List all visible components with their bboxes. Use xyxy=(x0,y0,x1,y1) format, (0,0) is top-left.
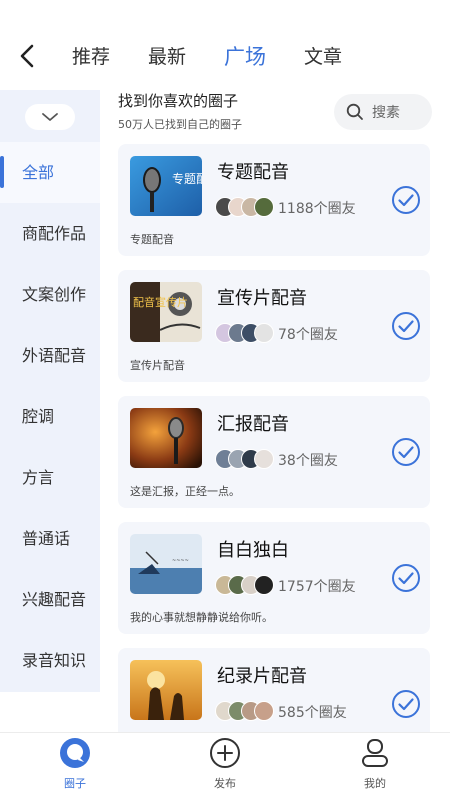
search-icon xyxy=(346,103,363,120)
check-circle-icon xyxy=(392,438,420,466)
check-circle-icon xyxy=(392,564,420,592)
top-nav: 推荐 最新 广场 文章 xyxy=(0,0,450,88)
circle-name: 纪录片配音 xyxy=(217,666,307,687)
member-count: 1757个圈友 xyxy=(278,579,356,595)
page-title: 找到你喜欢的圈子 xyxy=(118,92,239,110)
member-count: 38个圈友 xyxy=(278,453,338,469)
tab-bar: 推荐 最新 广场 文章 xyxy=(72,42,380,72)
category-hobby[interactable]: 兴趣配音 xyxy=(0,569,100,630)
category-foreign-language[interactable]: 外语配音 xyxy=(0,325,100,386)
circle-name: 自白独白 xyxy=(217,540,289,561)
circle-thumbnail xyxy=(130,408,202,468)
member-avatars xyxy=(215,701,274,721)
circle-list: 专题配音 专题配音 1188个圈友 专题配音 xyxy=(118,144,430,774)
circle-description: 专题配音 xyxy=(130,233,174,246)
category-mandarin[interactable]: 普通话 xyxy=(0,508,100,569)
joined-check-button[interactable] xyxy=(391,311,421,341)
avatar xyxy=(254,323,274,343)
joined-check-button[interactable] xyxy=(391,563,421,593)
category-recording[interactable]: 录音知识 xyxy=(0,630,100,691)
tab-latest[interactable]: 最新 xyxy=(148,42,186,72)
tab-articles[interactable]: 文章 xyxy=(304,42,342,72)
svg-text:~~~~: ~~~~ xyxy=(172,558,189,564)
check-circle-icon xyxy=(392,690,420,718)
bottom-tab-publish[interactable]: 发布 xyxy=(190,737,260,791)
search-button[interactable]: 搜素 xyxy=(334,94,432,130)
avatar xyxy=(254,575,274,595)
page-subtitle: 50万人已找到自己的圈子 xyxy=(118,118,242,131)
circle-card[interactable]: 配音宣传片 宣传片配音 78个圈友 宣传片配音 xyxy=(118,270,430,382)
circle-name: 宣传片配音 xyxy=(217,288,307,309)
bottom-tab-bar: 圈子 发布 我的 xyxy=(0,732,450,800)
search-label: 搜素 xyxy=(372,105,400,121)
circle-chat-icon xyxy=(60,738,90,768)
joined-check-button[interactable] xyxy=(391,185,421,215)
bottom-tab-label: 圈子 xyxy=(64,777,86,790)
member-count: 585个圈友 xyxy=(278,705,347,721)
bottom-tab-label: 发布 xyxy=(214,777,236,790)
member-count: 1188个圈友 xyxy=(278,201,356,217)
check-circle-icon xyxy=(392,186,420,214)
category-dialect[interactable]: 方言 xyxy=(0,447,100,508)
category-list: 全部 商配作品 文案创作 外语配音 腔调 方言 普通话 兴趣配音 录音知识 xyxy=(0,142,100,691)
plus-circle-icon xyxy=(210,738,240,768)
tab-square[interactable]: 广场 xyxy=(224,42,266,72)
chevron-down-icon xyxy=(42,113,58,121)
circle-card[interactable]: 汇报配音 38个圈友 这是汇报，正经一点。 xyxy=(118,396,430,508)
circle-description: 我的心事就想静静说给你听。 xyxy=(130,611,273,624)
circle-name: 专题配音 xyxy=(217,162,289,183)
thumbnail-caption: 配音宣传片 xyxy=(133,295,188,309)
circle-name: 汇报配音 xyxy=(217,414,289,435)
bottom-tab-circles[interactable]: 圈子 xyxy=(40,737,110,791)
joined-check-button[interactable] xyxy=(391,437,421,467)
tab-recommend[interactable]: 推荐 xyxy=(72,42,110,72)
content-header: 找到你喜欢的圈子 50万人已找到自己的圈子 xyxy=(118,90,242,132)
category-tone[interactable]: 腔调 xyxy=(0,386,100,447)
back-button[interactable] xyxy=(14,42,42,70)
category-commercial[interactable]: 商配作品 xyxy=(0,203,100,264)
circle-description: 这是汇报，正经一点。 xyxy=(130,485,240,498)
app-root: 推荐 最新 广场 文章 全部 商配作品 文案创作 外语配音 腔调 方言 普通话 … xyxy=(0,0,450,800)
joined-check-button[interactable] xyxy=(391,689,421,719)
member-avatars xyxy=(215,323,274,343)
expand-categories-button[interactable] xyxy=(25,104,75,130)
circle-thumbnail xyxy=(130,660,202,720)
circle-card[interactable]: 专题配音 专题配音 1188个圈友 专题配音 xyxy=(118,144,430,256)
user-icon xyxy=(362,739,388,767)
circle-thumbnail: 专题配音 xyxy=(130,156,202,216)
avatar xyxy=(254,197,274,217)
thumbnail-caption: 专题配音 xyxy=(172,171,202,186)
avatar xyxy=(254,449,274,469)
bottom-tab-mine[interactable]: 我的 xyxy=(340,737,410,791)
circle-thumbnail: ~~~~ xyxy=(130,534,202,594)
bottom-tab-label: 我的 xyxy=(364,777,386,790)
member-avatars xyxy=(215,575,274,595)
category-copywriting[interactable]: 文案创作 xyxy=(0,264,100,325)
chevron-left-icon xyxy=(20,44,34,68)
circle-thumbnail: 配音宣传片 xyxy=(130,282,202,342)
category-sidebar: 全部 商配作品 文案创作 外语配音 腔调 方言 普通话 兴趣配音 录音知识 xyxy=(0,90,100,692)
member-avatars xyxy=(215,449,274,469)
circle-description: 宣传片配音 xyxy=(130,359,185,372)
avatar xyxy=(254,701,274,721)
member-count: 78个圈友 xyxy=(278,327,338,343)
category-all[interactable]: 全部 xyxy=(0,142,100,203)
member-avatars xyxy=(215,197,274,217)
check-circle-icon xyxy=(392,312,420,340)
circle-card[interactable]: ~~~~ 自白独白 1757个圈友 我的心事就想静静说给你听。 xyxy=(118,522,430,634)
